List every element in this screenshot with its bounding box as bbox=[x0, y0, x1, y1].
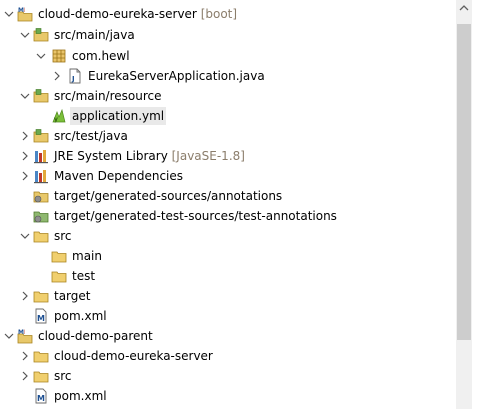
source-folder-icon bbox=[33, 28, 49, 42]
tree-item-src-main-resource[interactable]: src/main/resource bbox=[0, 86, 456, 106]
folder-icon bbox=[33, 231, 49, 243]
svg-text:M: M bbox=[37, 314, 45, 323]
chevron-right-icon[interactable] bbox=[19, 130, 31, 142]
scroll-up-arrow-icon[interactable] bbox=[456, 0, 472, 17]
chevron-right-icon[interactable] bbox=[19, 170, 31, 182]
tree-item-test[interactable]: test bbox=[0, 266, 456, 286]
tree-item-label: pom.xml bbox=[54, 309, 107, 323]
vertical-scrollbar[interactable] bbox=[456, 0, 472, 409]
chevron-down-icon[interactable] bbox=[35, 50, 47, 62]
tree-item-label: src bbox=[54, 369, 72, 383]
folder-icon bbox=[51, 251, 67, 263]
tree-item-generated-test-sources[interactable]: target/generated-test-sources/test-annot… bbox=[0, 206, 456, 226]
svg-text:M: M bbox=[37, 394, 45, 403]
chevron-right-icon[interactable] bbox=[19, 350, 31, 362]
chevron-down-icon[interactable] bbox=[3, 8, 15, 20]
tree-item-label: main bbox=[72, 249, 102, 263]
chevron-right-icon[interactable] bbox=[19, 150, 31, 162]
tree-item-cloud-demo-eureka-server-folder[interactable]: cloud-demo-eureka-server bbox=[0, 346, 456, 366]
tree-item-application-yml[interactable]: y application.yml bbox=[0, 106, 456, 126]
chevron-right-icon[interactable] bbox=[19, 290, 31, 302]
tree-item-generated-sources[interactable]: target/generated-sources/annotations bbox=[0, 186, 456, 206]
tree-item-label: pom.xml bbox=[54, 389, 107, 403]
tree-item-suffix: [boot] bbox=[200, 7, 238, 21]
tree-item-label: cloud-demo-parent bbox=[38, 329, 153, 343]
library-icon bbox=[34, 170, 48, 184]
tree-item-jre-system-library[interactable]: JRE System Library [JavaSE-1.8] bbox=[0, 146, 456, 166]
tree-item-parent-pom-xml[interactable]: M pom.xml bbox=[0, 386, 456, 406]
maven-project-icon: M J bbox=[17, 329, 33, 344]
source-folder-icon bbox=[33, 89, 49, 103]
tree-item-parent-src[interactable]: src bbox=[0, 366, 456, 386]
folder-icon bbox=[33, 351, 49, 363]
source-folder-icon bbox=[33, 129, 49, 143]
tree-item-label: Maven Dependencies bbox=[54, 169, 184, 183]
tree-item-label: JRE System Library [JavaSE-1.8] bbox=[54, 149, 245, 163]
svg-text:y: y bbox=[54, 116, 58, 123]
tree-item-label: src/main/java bbox=[54, 28, 135, 42]
tree-item-label: src/test/java bbox=[54, 129, 128, 143]
tree-item-label: cloud-demo-eureka-server bbox=[54, 349, 213, 363]
tree-item-cloud-demo-eureka-server[interactable]: M J cloud-demo-eureka-server [boot] bbox=[0, 4, 456, 24]
tree-item-label: EurekaServerApplication.java bbox=[88, 69, 265, 83]
tree-item-com-hewl[interactable]: com.hewl bbox=[0, 46, 456, 66]
panel-edge bbox=[472, 0, 481, 409]
chevron-down-icon[interactable] bbox=[19, 90, 31, 102]
scrollbar-thumb[interactable] bbox=[457, 24, 471, 340]
tree-item-label: application.yml bbox=[70, 107, 167, 125]
pom-file-icon: M bbox=[35, 308, 47, 324]
svg-text:J: J bbox=[71, 75, 75, 83]
tree-item-cloud-demo-parent[interactable]: M J cloud-demo-parent bbox=[0, 326, 456, 346]
generated-folder-icon bbox=[33, 191, 49, 203]
tree-item-src[interactable]: src bbox=[0, 226, 456, 246]
java-file-icon: J bbox=[69, 68, 81, 84]
tree-item-label: cloud-demo-eureka-server [boot] bbox=[38, 7, 238, 21]
svg-text:J: J bbox=[23, 329, 25, 334]
maven-project-icon: M J bbox=[17, 7, 33, 22]
project-explorer-tree: M J cloud-demo-eureka-server [boot] src/… bbox=[0, 0, 456, 409]
folder-icon bbox=[33, 371, 49, 383]
chevron-right-icon[interactable] bbox=[19, 370, 31, 382]
tree-item-label: src/main/resource bbox=[54, 89, 162, 103]
package-icon bbox=[52, 49, 66, 63]
tree-item-label: test bbox=[72, 269, 96, 283]
tree-item-label: com.hewl bbox=[72, 49, 130, 63]
tree-item-target[interactable]: target bbox=[0, 286, 456, 306]
pom-file-icon: M bbox=[35, 388, 47, 404]
yaml-file-icon: y bbox=[52, 108, 66, 123]
svg-text:J: J bbox=[23, 7, 25, 12]
tree-item-main[interactable]: main bbox=[0, 246, 456, 266]
tree-item-src-test-java[interactable]: src/test/java bbox=[0, 126, 456, 146]
tree-item-eureka-server-application[interactable]: J EurekaServerApplication.java bbox=[0, 66, 456, 86]
tree-item-pom-xml[interactable]: M pom.xml bbox=[0, 306, 456, 326]
folder-icon bbox=[33, 291, 49, 303]
tree-item-suffix: [JavaSE-1.8] bbox=[171, 149, 245, 163]
folder-icon bbox=[51, 271, 67, 283]
tree-item-label: src bbox=[54, 229, 72, 243]
chevron-down-icon[interactable] bbox=[3, 330, 15, 342]
chevron-down-icon[interactable] bbox=[19, 29, 31, 41]
tree-item-maven-dependencies[interactable]: Maven Dependencies bbox=[0, 166, 456, 186]
library-icon bbox=[34, 150, 48, 164]
generated-folder-icon bbox=[33, 211, 49, 223]
chevron-right-icon[interactable] bbox=[51, 70, 63, 82]
tree-item-label: target/generated-test-sources/test-annot… bbox=[54, 209, 337, 223]
tree-item-label: target/generated-sources/annotations bbox=[54, 189, 283, 203]
tree-item-src-main-java[interactable]: src/main/java bbox=[0, 25, 456, 45]
chevron-down-icon[interactable] bbox=[19, 230, 31, 242]
tree-item-label: target bbox=[54, 289, 91, 303]
